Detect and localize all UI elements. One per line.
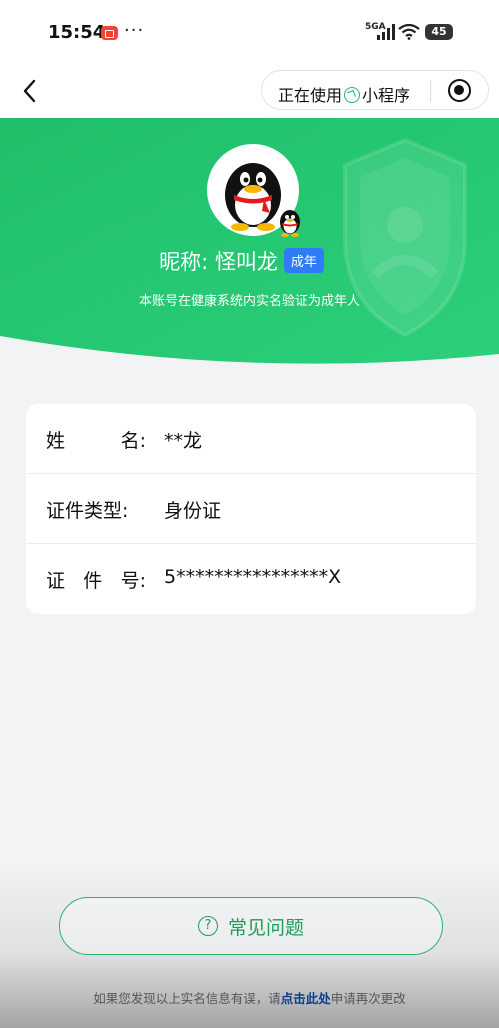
mini-program-capsule[interactable]: 正在使用 小程序 xyxy=(261,70,489,110)
footer-suffix: 申请再次更改 xyxy=(330,991,406,1006)
info-row-id-number: 证 件 号: 5****************X xyxy=(26,544,476,614)
adult-badge: 成年 xyxy=(283,248,324,273)
info-row-name: 姓 名: **龙 xyxy=(26,404,476,474)
status-bar: 15:54 ··· 5GA 45 xyxy=(0,0,499,66)
label-char: 姓 xyxy=(46,430,66,452)
capsule-divider xyxy=(430,80,431,102)
footer-note: 如果您发现以上实名信息有误，请点击此处申请再次更改 xyxy=(0,988,499,1007)
signal-icon xyxy=(377,24,395,40)
capsule-suffix: 小程序 xyxy=(362,86,411,105)
wifi-icon xyxy=(398,24,420,40)
battery-icon: 45 xyxy=(425,24,453,40)
footer-prefix: 如果您发现以上实名信息有误，请 xyxy=(93,991,281,1006)
label-char: 证件类型: xyxy=(46,500,129,522)
info-label: 证 件 号: xyxy=(46,566,146,593)
faq-button[interactable]: ? 常见问题 xyxy=(59,897,443,955)
info-value: **龙 xyxy=(164,430,203,452)
mini-penguin-icon xyxy=(280,210,300,237)
label-char: 件 xyxy=(83,570,103,592)
identity-info-card: 姓 名: **龙 证件类型: 身份证 证 件 号: 5*************… xyxy=(26,404,476,614)
correction-link[interactable]: 点击此处 xyxy=(281,991,331,1006)
question-icon: ? xyxy=(197,916,218,936)
label-char: 号: xyxy=(120,570,146,592)
info-value: 5****************X xyxy=(164,566,342,588)
back-arrow-icon[interactable] xyxy=(18,76,42,106)
info-row-id-type: 证件类型: 身份证 xyxy=(26,474,476,544)
nav-bar: 正在使用 小程序 xyxy=(0,66,499,120)
capsule-label: 正在使用 小程序 xyxy=(278,82,410,106)
info-value: 身份证 xyxy=(164,500,222,522)
info-label: 姓 名: xyxy=(46,426,146,453)
faq-label: 常见问题 xyxy=(227,916,304,939)
status-time: 15:54 xyxy=(48,22,106,43)
capsule-prefix: 正在使用 xyxy=(278,86,343,105)
nickname-row: 昵称: 怪叫龙 成年 xyxy=(0,246,499,276)
label-char: 证 xyxy=(46,570,66,592)
nickname: 昵称: 怪叫龙 xyxy=(159,250,278,274)
mini-program-icon xyxy=(344,87,361,103)
close-target-icon[interactable] xyxy=(448,79,471,102)
status-more: ··· xyxy=(124,20,145,41)
nickname-group: 昵称: 怪叫龙 成年 xyxy=(159,246,324,276)
info-label: 证件类型: xyxy=(46,496,146,523)
label-char: 名: xyxy=(120,430,146,452)
verify-note: 本账号在健康系统内实名验证为成年人 xyxy=(138,294,360,309)
screen-record-icon xyxy=(101,26,118,40)
